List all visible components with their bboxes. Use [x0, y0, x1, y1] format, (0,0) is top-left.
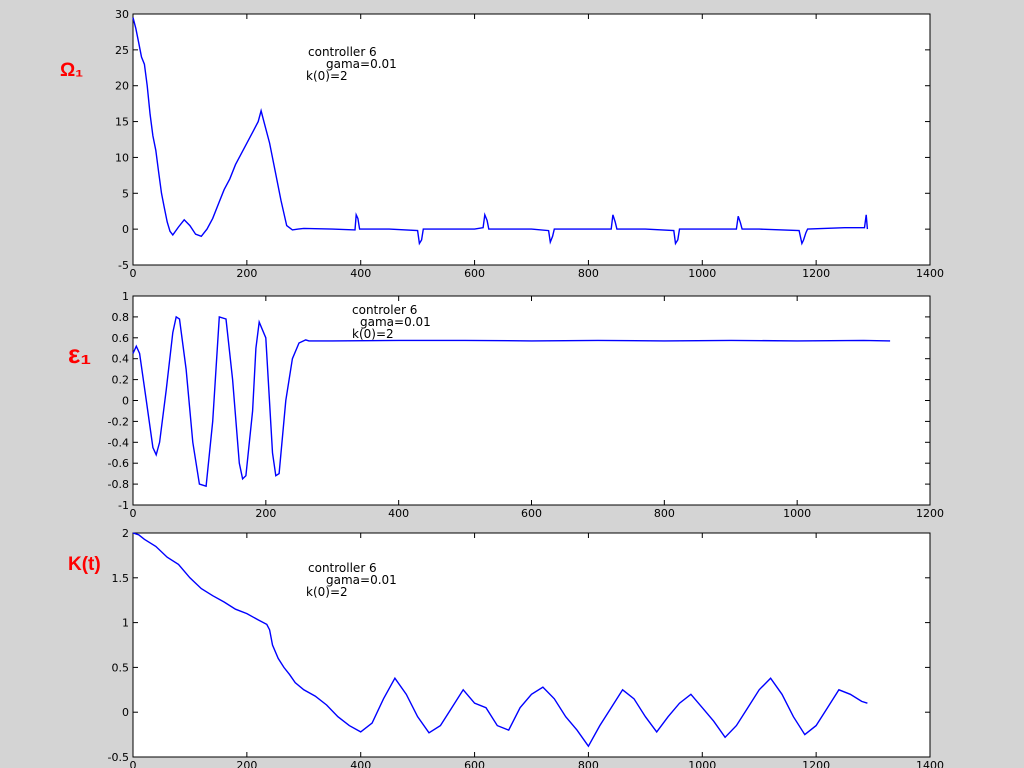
annotation-line: k(0)=2	[306, 69, 348, 83]
y-axis-label: Ω₁	[60, 60, 83, 81]
y-tick-label: 0.2	[112, 374, 130, 387]
y-tick-label: -0.8	[108, 478, 129, 491]
y-tick-label: 2	[122, 527, 129, 540]
x-tick-label: 200	[236, 267, 257, 280]
y-tick-label: 5	[122, 187, 129, 200]
x-tick-label: 0	[130, 759, 137, 768]
chart-3: 0 200 400 600 800 1000 1200 140021.510.50-0.5co…	[68, 527, 944, 768]
annotation-line: k(0)=2	[352, 327, 394, 341]
annotation-line: k(0)=2	[306, 585, 348, 599]
x-tick-label: 0	[130, 507, 137, 520]
x-tick-label: 800	[578, 267, 599, 280]
y-tick-label: 15	[115, 116, 129, 129]
y-tick-label: -0.2	[108, 415, 129, 428]
x-tick-label: 1000	[688, 759, 716, 768]
chart-2: 0 200 400 600 800 1000 1200 1 0.8 0.6 0.4 0.2 0 -0.2 -…	[68, 290, 944, 520]
x-tick-label: 1400	[916, 267, 944, 280]
y-tick-label: 0.6	[112, 332, 130, 345]
y-axis-label: ε₁	[68, 339, 91, 369]
x-tick-label: 200	[255, 507, 276, 520]
x-tick-label: 200	[236, 759, 257, 768]
plot-area	[132, 13, 931, 266]
y-tick-label: -0.6	[108, 457, 129, 470]
plot-area	[132, 532, 931, 758]
y-tick-label: 10	[115, 151, 129, 164]
y-tick-label: -1	[118, 499, 129, 512]
x-tick-label: 1200	[802, 267, 830, 280]
y-tick-label: 0.4	[112, 353, 130, 366]
y-tick-label: 25	[115, 44, 129, 57]
x-tick-label: 400	[350, 267, 371, 280]
y-tick-label: 0.5	[112, 661, 130, 674]
y-tick-label: 1	[122, 617, 129, 630]
x-tick-label: 400	[350, 759, 371, 768]
figure-canvas: 0 200 400 600 800 1000 1200 1400302520151050-5c…	[60, 8, 944, 768]
y-tick-label: -0.4	[108, 436, 129, 449]
x-tick-label: 400	[388, 507, 409, 520]
x-tick-label: 1200	[916, 507, 944, 520]
x-tick-label: 600	[464, 267, 485, 280]
x-tick-label: 0	[130, 267, 137, 280]
x-tick-label: 600	[464, 759, 485, 768]
y-tick-label: 1	[122, 290, 129, 303]
chart-1: 0 200 400 600 800 1000 1200 1400302520151050-5c…	[60, 8, 944, 280]
x-tick-label: 800	[654, 507, 675, 520]
y-axis-label: K(t)	[68, 554, 101, 575]
y-tick-label: -5	[118, 259, 129, 272]
x-tick-label: 800	[578, 759, 599, 768]
y-tick-label: 20	[115, 80, 129, 93]
x-tick-label: 600	[521, 507, 542, 520]
x-tick-label: 1000	[783, 507, 811, 520]
x-tick-label: 1400	[916, 759, 944, 768]
x-tick-label: 1000	[688, 267, 716, 280]
y-tick-label: 0	[122, 223, 129, 236]
x-tick-label: 1200	[802, 759, 830, 768]
y-tick-label: 1.5	[112, 572, 130, 585]
y-tick-label: 0.8	[112, 311, 130, 324]
y-tick-label: -0.5	[108, 751, 129, 764]
y-tick-label: 30	[115, 8, 129, 21]
y-tick-label: 0	[122, 395, 129, 408]
y-tick-label: 0	[122, 706, 129, 719]
